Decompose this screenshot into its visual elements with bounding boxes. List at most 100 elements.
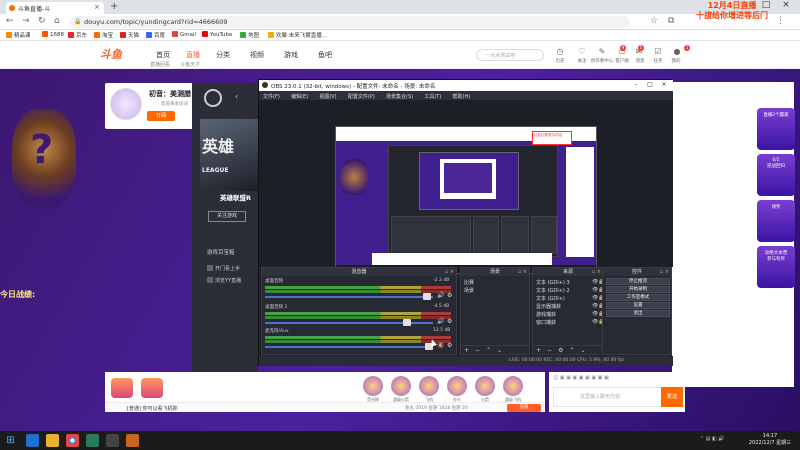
move-up-icon[interactable]: ⌃ [569,347,574,354]
side-banner[interactable]: 攻略大本营 参与有奖 [757,246,795,288]
back-icon[interactable]: ← [6,16,14,26]
nav-live[interactable]: 直播 [186,50,200,60]
side-banner[interactable]: 直播2个赢家 [757,108,795,150]
source-item[interactable]: 文本 (GDI+) 3 👁🔒 [536,279,605,286]
send-button[interactable]: 发送 [661,387,683,407]
nav-game[interactable]: 游戏 [284,50,298,60]
move-down-icon[interactable]: ⌄ [580,347,585,354]
side-banner[interactable]: 领奖 [757,200,795,242]
volume-slider[interactable] [265,346,433,348]
url-input[interactable]: 🔒 douyu.com/topic/yundingcard?rid=466660… [70,16,630,28]
taskbar-clock[interactable]: 14:17 2022/12/7 星期三 [742,433,798,447]
nav-home[interactable]: 首页 [156,50,170,60]
home-icon[interactable]: ⌂ [54,16,60,26]
bookmark-item[interactable]: YouTube [202,31,232,38]
menu-edit[interactable]: 编辑(E) [291,93,308,100]
task-icon[interactable]: ☑ [649,47,667,56]
gift-item[interactable] [503,376,523,396]
bookmark-item[interactable]: 天猫 [120,31,139,39]
gear-icon[interactable]: ⚙ [447,292,452,299]
source-item[interactable]: 窗口捕获 👁🔒 [536,319,605,326]
source-item[interactable]: 游戏捕获 👁🔒 [536,311,605,318]
preview-canvas[interactable]: 红色边框提示内容 [335,126,597,274]
gear-icon[interactable]: ⚙ [447,318,452,325]
bookmark-item[interactable]: Gmail [172,31,196,38]
bookmark-item[interactable]: 地图 [240,31,259,39]
speaker-icon[interactable]: 🔊 [437,318,444,325]
studio-mode-button[interactable]: 工作室模式 [606,294,670,301]
bookmark-item[interactable]: 京东 [68,31,87,39]
gear-icon[interactable]: ⚙ [558,347,563,354]
exit-button[interactable]: 退出 [606,310,670,317]
app-icon[interactable] [126,434,139,447]
subnav-item[interactable]: 斗鱼天才 [180,61,200,68]
settings-button[interactable]: 设置 [606,302,670,309]
remove-icon[interactable]: − [547,347,552,354]
new-tab-icon[interactable]: + [110,1,118,12]
promo-banner[interactable]: 12月4日直播 十拔给你增进等后门 [680,1,784,21]
scene-item[interactable]: 场景 [464,287,474,294]
bookmark-item[interactable]: 淘宝 [94,31,113,39]
game-banner-image[interactable]: 英雄 LEAGUE [200,119,258,191]
follow-icon[interactable]: ♡ [573,47,591,56]
gift-item[interactable] [363,376,383,396]
forward-icon[interactable]: → [22,16,30,26]
menu-scene-collection[interactable]: 场景集合(S) [386,93,413,100]
source-item[interactable]: 文本 (GDI+) 👁🔒 [536,295,605,302]
menu-tools[interactable]: 工具(T) [424,93,441,100]
start-recording-button[interactable]: 开始录制 [606,286,670,293]
recharge-gift-button[interactable]: 鱼翅充值 [111,378,133,405]
explorer-icon[interactable] [46,434,59,447]
browser-tab[interactable]: 斗鱼直播-斗 × [6,2,104,14]
maximize-icon[interactable]: □ [643,81,657,88]
backpack-gift-button[interactable]: 背包礼物 [141,378,163,405]
gear-icon[interactable]: ⚙ [447,342,452,349]
remove-icon[interactable]: − [475,347,480,354]
follow-game-button[interactable]: 关注游戏 [208,211,246,222]
extensions-icon[interactable]: ⧉ [668,16,674,26]
history-icon[interactable]: ◷ [551,47,569,56]
chevron-left-icon[interactable]: ‹ [235,92,238,101]
ie-icon[interactable] [26,434,39,447]
gift-item[interactable] [475,376,495,396]
windows-start-icon[interactable]: ⊞ [4,434,17,447]
gift-item[interactable] [447,376,467,396]
move-up-icon[interactable]: ⌃ [486,347,491,354]
bookmark-item[interactable]: 百度 [146,31,165,39]
bookmark-item[interactable]: 1688 [42,31,64,38]
menu-view[interactable]: 视图(V) [319,93,336,100]
creator-icon[interactable]: ✎ [593,47,611,56]
source-item[interactable]: 显示器捕获 👁🔒 [536,303,605,310]
minimize-icon[interactable]: – [629,81,643,88]
chat-toolbar-icons[interactable]: ☺ ▣ ▣ ▣ ▣ ▣ ▣ ▣ ▣ [553,375,609,381]
bookmark-item[interactable]: 精品课 [6,31,31,39]
chrome-icon[interactable] [66,434,79,447]
muted-speaker-icon[interactable]: 🔇 [437,342,444,349]
side-banner[interactable]: 0/2 逆战回归 [757,154,795,196]
nav-category[interactable]: 分类 [216,50,230,60]
gift-item[interactable] [391,376,411,396]
site-logo[interactable]: 斗鱼 [100,46,122,62]
bookmark-item[interactable]: 欢聚·未来飞翼直播... [268,31,327,39]
close-icon[interactable]: × [94,3,100,11]
volume-slider[interactable] [265,296,433,298]
tray-network-icon[interactable]: ⌃ ▤ ◧ 🔊 [700,436,725,442]
menu-file[interactable]: 文件(F) [263,93,280,100]
add-icon[interactable]: + [536,347,541,354]
nav-fishbar[interactable]: 鱼吧 [318,50,332,60]
subnav-item[interactable]: 直播回看 [150,61,170,68]
obs-taskbar-icon[interactable] [106,434,119,447]
search-input[interactable]: 一点点测试吧 [476,49,544,61]
reload-icon[interactable]: ↻ [38,16,46,26]
bookmark-star-icon[interactable]: ☆ [650,16,658,26]
streamer-avatar[interactable] [110,88,142,120]
app-icon[interactable] [86,434,99,447]
slider-handle[interactable] [403,319,411,326]
scene-item[interactable]: 比赛 [464,279,474,286]
stop-streaming-button[interactable]: 停止推流 [606,278,670,285]
menu-help[interactable]: 帮助(H) [453,93,471,100]
subscribe-button[interactable]: 订阅 [147,111,175,121]
toolbox-item[interactable]: 开门看上手 [207,265,240,272]
chat-input[interactable]: 这里输入聊天内容 [553,387,665,407]
menu-profile[interactable]: 配置文件(P) [348,93,375,100]
